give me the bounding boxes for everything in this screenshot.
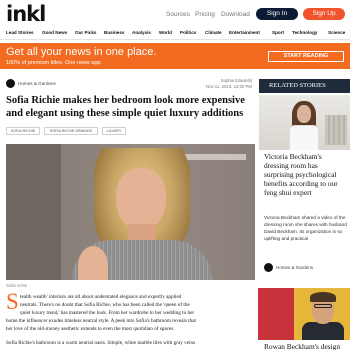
tag-sofia-richie-grainge[interactable]: SOFIA RICHIE GRAINGE (44, 127, 98, 135)
body-line: tealth wealth' interiors are all about u… (20, 294, 182, 300)
promo-banner: Get all your news in one place. 100% of … (0, 43, 350, 69)
nav-item-analysis[interactable]: Analysis (132, 30, 151, 35)
image-caption: Sofia richie (6, 283, 28, 288)
nav-item-technology[interactable]: Technology (292, 30, 317, 35)
promo-title: Get all your news in one place. (6, 46, 157, 58)
tag-sofia-richie[interactable]: SOFIA RICHIE (6, 127, 40, 135)
nav-item-sport[interactable]: Sport (272, 30, 284, 35)
nav-link-sources[interactable]: Sources (166, 11, 190, 18)
article-author: Sophie Edwards (220, 78, 252, 83)
related-story-1-publication[interactable]: Homes & Gardens (276, 265, 313, 270)
related-story-1-image[interactable] (259, 95, 350, 150)
start-reading-button[interactable]: START READING (268, 51, 344, 62)
category-nav: Lead Stories Good News Our Picks Busines… (0, 27, 350, 40)
nav-item-science[interactable]: Science (328, 30, 345, 35)
related-story-1-title[interactable]: Victoria Beckham's dressing room has sur… (264, 152, 348, 197)
sign-up-button[interactable]: Sign Up (303, 8, 345, 20)
nav-link-download[interactable]: Download (221, 11, 250, 18)
drop-cap: S (6, 289, 19, 314)
body-line: Sofia Richie's bathroom is a warm neutra… (6, 340, 196, 346)
related-story-1-summary: Victoria Beckham shared a video of the d… (264, 215, 347, 241)
nav-item-good-news[interactable]: Good News (42, 30, 67, 35)
body-line: her love of the old-money aesthetic exte… (6, 326, 175, 332)
article-title: Sofia Richie makes her bedroom look more… (6, 95, 245, 119)
promo-subtitle: 100% of premium titles. One news app. (6, 60, 102, 66)
related-stories-heading: RELATED STORIES (259, 79, 350, 93)
article-hero-image (6, 144, 255, 280)
body-line: home the influencer exudes timeless neut… (6, 318, 196, 324)
top-header: inkl Sources Pricing Download Sign In Si… (0, 0, 350, 26)
nav-item-business[interactable]: Business (104, 30, 124, 35)
nav-link-pricing[interactable]: Pricing (195, 11, 215, 18)
sign-in-button[interactable]: Sign In (256, 8, 298, 20)
nav-item-lead-stories[interactable]: Lead Stories (6, 30, 34, 35)
publication-logo[interactable] (6, 79, 15, 88)
publication-name[interactable]: Homes & Gardens (18, 81, 56, 86)
inkl-logo[interactable]: inkl (6, 3, 46, 25)
body-line: neutrals. There's no doubt that Sofia Ri… (20, 302, 190, 308)
nav-item-entertainment[interactable]: Entertainment (229, 30, 260, 35)
related-story-1-publication-logo[interactable] (264, 263, 273, 272)
related-story-2-image[interactable] (258, 288, 350, 340)
tag-luxury[interactable]: LUXURY (102, 127, 126, 135)
nav-item-world[interactable]: World (159, 30, 172, 35)
related-story-2-title[interactable]: Rowan Beckham's design (264, 342, 348, 350)
nav-item-climate[interactable]: Climate (205, 30, 222, 35)
body-line: quiet luxury trend,' has mastered the lo… (20, 310, 195, 316)
nav-item-our-picks[interactable]: Our Picks (75, 30, 96, 35)
article-date: Nov 11, 2023, 12:00 PM (205, 84, 252, 89)
nav-item-politics[interactable]: Politics (180, 30, 196, 35)
